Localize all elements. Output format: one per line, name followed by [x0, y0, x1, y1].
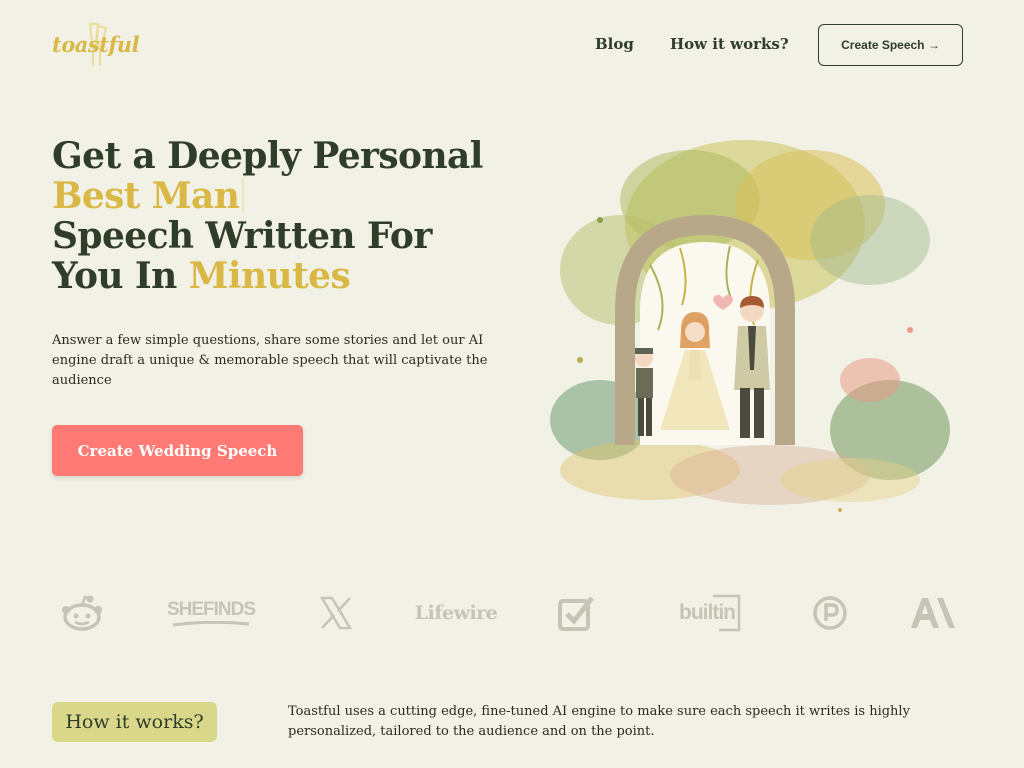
how-it-works-description: Toastful uses a cutting edge, fine-tuned… [288, 704, 910, 739]
shefinds-logo: SHEFINDS [166, 585, 256, 640]
producthunt-icon [810, 585, 850, 640]
logo-wordmark: toastful [52, 32, 140, 57]
checkbox-icon [556, 585, 596, 640]
lifewire-logo: Lifewire [414, 585, 498, 640]
how-it-works-label: How it works? [52, 702, 217, 742]
builtin-logo: builtin [668, 585, 752, 640]
anthropic-icon [908, 585, 958, 640]
create-wedding-speech-button[interactable]: Create Wedding Speech [52, 425, 303, 476]
hero-title-line4-accent: Minutes [188, 255, 351, 297]
nav-how-it-works-link[interactable]: How it works? [670, 35, 789, 53]
nav-blog-link[interactable]: Blog [595, 35, 634, 53]
hero-title: Get a Deeply Personal Best Man Speech Wr… [52, 136, 512, 296]
hero-title-line3: Speech Written For [52, 215, 432, 257]
toastful-logo[interactable]: toastful [52, 20, 140, 72]
create-speech-button[interactable]: Create Speech → [818, 24, 963, 66]
shefinds-text: SHEFINDS [166, 598, 256, 620]
hero-title-accent: Best Man [52, 175, 240, 217]
typing-caret [242, 178, 245, 212]
reddit-icon [52, 585, 112, 640]
hero-title-line1: Get a Deeply Personal [52, 135, 483, 177]
lifewire-text: Lifewire [414, 601, 498, 624]
hero-description: Answer a few simple questions, share som… [52, 333, 488, 388]
wedding-illustration [550, 140, 950, 512]
press-logos: SHEFINDS Lifewire builtin [52, 585, 964, 640]
hero-title-line4-start: You In [52, 255, 189, 297]
x-icon [316, 585, 356, 640]
